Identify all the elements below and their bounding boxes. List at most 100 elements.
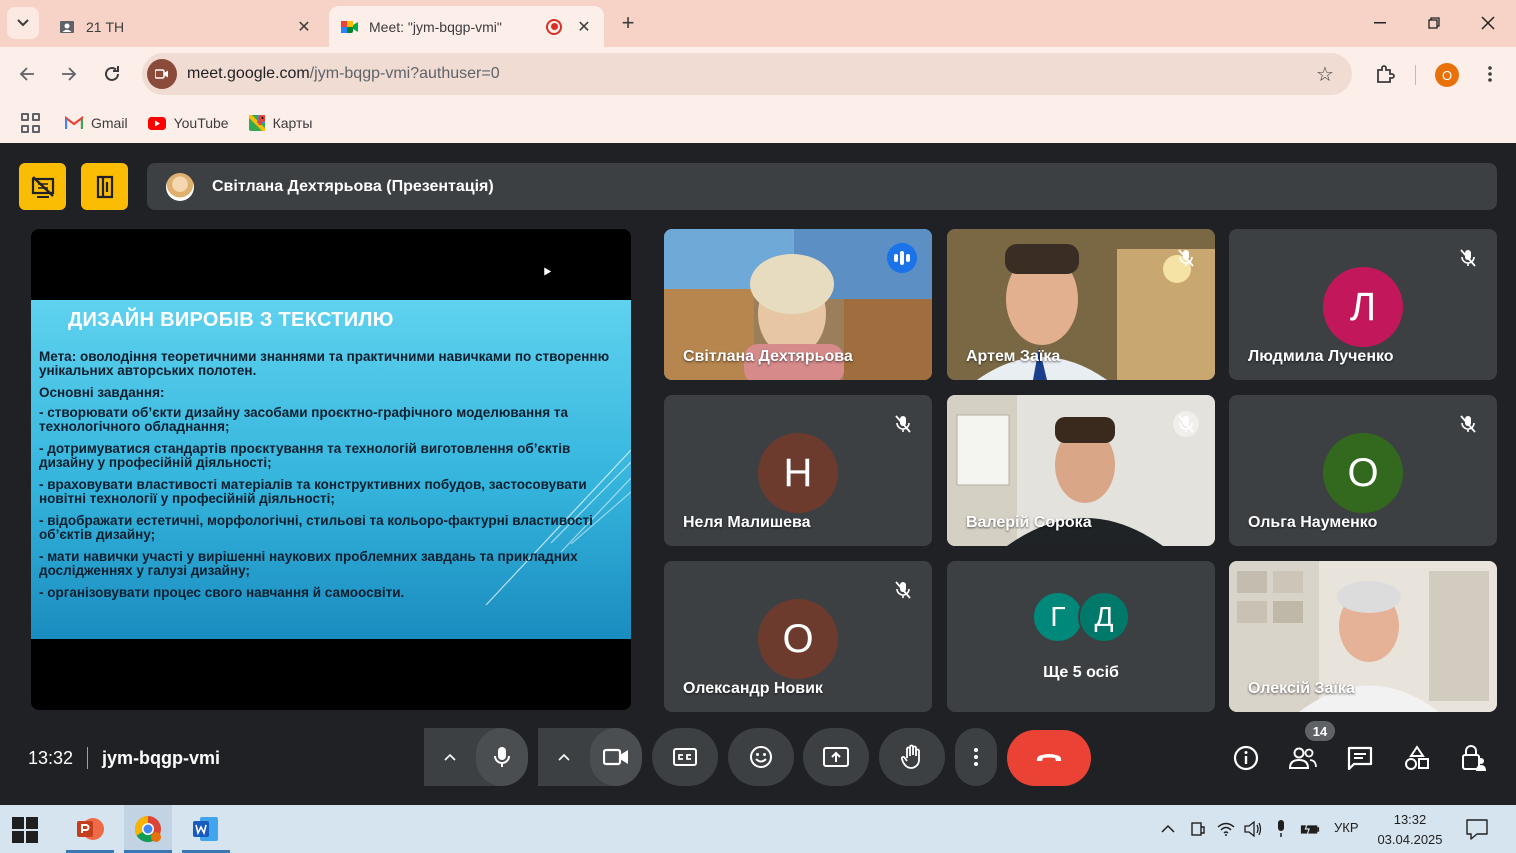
forward-button[interactable] (54, 59, 84, 89)
meeting-time: 13:32 (28, 747, 74, 768)
tab-search-button[interactable] (7, 7, 39, 39)
chrome-taskbar-button[interactable] (124, 805, 172, 853)
captions-button[interactable] (652, 728, 718, 786)
reactions-button[interactable] (728, 728, 794, 786)
participant-name: Олексій Заїка (1248, 680, 1355, 697)
camera-button[interactable] (590, 728, 642, 786)
participant-avatar: О (1323, 433, 1403, 513)
bookmark-youtube[interactable]: YouTube (147, 115, 229, 131)
address-bar[interactable]: meet.google.com/jym-bqgp-vmi?authuser=0 … (142, 53, 1352, 95)
tray-overflow-icon[interactable] (1158, 819, 1178, 839)
close-tab-icon[interactable]: ✕ (572, 15, 596, 39)
device-icon[interactable] (1188, 819, 1208, 839)
participant-name: Олександр Новик (683, 680, 823, 697)
present-off-icon (31, 175, 54, 198)
mouse-cursor-icon (540, 265, 552, 276)
leave-call-button[interactable] (1007, 730, 1091, 786)
new-tab-button[interactable]: + (614, 9, 642, 37)
chevron-down-icon (17, 19, 29, 27)
windows-start-icon[interactable] (12, 817, 38, 843)
participant-tile[interactable]: Л Людмила Лученко (1229, 229, 1497, 380)
back-button[interactable] (12, 59, 42, 89)
input-language[interactable]: УКР (1334, 820, 1359, 835)
bookmark-maps[interactable]: Карты (248, 115, 312, 131)
more-participants-avatars: Г Д (1032, 591, 1136, 643)
mic-off-icon (890, 577, 916, 603)
meeting-details-button[interactable] (1229, 741, 1263, 775)
mic-off-icon (1455, 411, 1481, 437)
mic-off-icon (1173, 411, 1199, 437)
bookmark-label: Gmail (91, 115, 128, 131)
taskbar-clock[interactable]: 13:32 03.04.2025 (1370, 810, 1450, 850)
browser-tab-strip: 21 ТН ✕ Meet: "jym-bqgp-vmi" ✕ + (0, 0, 1516, 47)
people-button[interactable] (1286, 741, 1320, 775)
close-window-button[interactable] (1468, 8, 1508, 38)
more-participants-tile[interactable]: Г Д Ще 5 осіб (947, 561, 1215, 712)
recording-icon (546, 18, 562, 35)
presenter-label: Світлана Дехтярьова (Презентація) (212, 177, 494, 195)
powerpoint-taskbar-button[interactable] (66, 805, 114, 853)
more-options-button[interactable] (955, 728, 997, 786)
puzzle-icon (1377, 65, 1395, 83)
activities-button[interactable] (1400, 741, 1434, 775)
call-end-icon (1036, 754, 1062, 761)
lock-person-icon (1462, 745, 1486, 771)
video-settings-button[interactable] (538, 728, 590, 786)
chat-button[interactable] (1343, 741, 1377, 775)
taskbar-time: 13:32 (1393, 812, 1427, 827)
present-to-all-icon (823, 747, 849, 767)
profile-avatar[interactable]: O (1435, 63, 1459, 87)
tab-title: 21 ТН (86, 18, 125, 35)
extensions-button[interactable] (1372, 61, 1398, 87)
word-taskbar-button[interactable] (182, 805, 230, 853)
chrome-menu-button[interactable] (1478, 61, 1502, 87)
meet-stage: Світлана Дехтярьова (Презентація) ДИЗАЙН… (0, 143, 1516, 805)
audio-settings-button[interactable] (424, 728, 476, 786)
browser-tab-1[interactable]: 21 ТН ✕ (46, 6, 324, 47)
mic-button[interactable] (476, 728, 528, 786)
raise-hand-button[interactable] (879, 728, 945, 786)
mic-off-icon (1173, 245, 1199, 271)
bookmark-gmail[interactable]: Gmail (65, 115, 128, 131)
participant-tile[interactable]: Валерій Сорока (947, 395, 1215, 546)
more-participants-label: Ще 5 осіб (1043, 664, 1119, 681)
url-path: /jym-bqgp-vmi?authuser=0 (309, 65, 500, 82)
presentation-screen[interactable]: ДИЗАЙН ВИРОБІВ З ТЕКСТИЛЮ Мета: оволодін… (31, 229, 631, 710)
mic-off-icon (890, 411, 916, 437)
arrow-right-icon (62, 67, 77, 81)
wifi-icon[interactable] (1216, 819, 1236, 839)
present-now-button[interactable] (803, 728, 869, 786)
notification-center-icon[interactable] (1465, 818, 1489, 840)
volume-icon[interactable] (1243, 819, 1263, 839)
participant-tile[interactable]: Світлана Дехтярьова (664, 229, 932, 380)
host-controls-button[interactable] (1457, 741, 1491, 775)
camera-site-icon[interactable] (147, 59, 177, 89)
more-vert-icon (1488, 66, 1492, 82)
info-icon (1233, 745, 1259, 771)
participant-count-badge: 14 (1305, 721, 1335, 741)
people-icon (1289, 747, 1317, 769)
participant-tile[interactable]: Артем Заїка (947, 229, 1215, 380)
participant-tile[interactable]: О Ольга Науменко (1229, 395, 1497, 546)
participant-tile[interactable]: Н Неля Малишева (664, 395, 932, 546)
close-icon (1481, 16, 1495, 30)
participant-tile[interactable]: О Олександр Новик (664, 561, 932, 712)
browser-tab-2[interactable]: Meet: "jym-bqgp-vmi" ✕ (329, 6, 604, 47)
more-vert-icon (974, 748, 978, 766)
participant-name: Неля Малишева (683, 514, 811, 531)
close-tab-icon[interactable]: ✕ (292, 15, 316, 39)
layout-button[interactable] (81, 163, 128, 210)
stop-presentation-button[interactable] (19, 163, 66, 210)
battery-icon[interactable] (1300, 819, 1320, 839)
apps-grid-icon[interactable] (21, 113, 41, 133)
bookmark-star-icon[interactable]: ☆ (1314, 63, 1336, 86)
minimize-button[interactable] (1360, 8, 1400, 38)
reload-button[interactable] (97, 59, 127, 89)
browser-toolbar: meet.google.com/jym-bqgp-vmi?authuser=0 … (0, 47, 1516, 103)
chevron-up-icon (558, 753, 570, 761)
microphone-in-use-icon[interactable] (1271, 819, 1291, 839)
toolbar-divider (1415, 65, 1416, 85)
participant-tile[interactable]: Олексій Заїка (1229, 561, 1497, 712)
restore-button[interactable] (1414, 8, 1454, 38)
participant-name: Валерій Сорока (966, 514, 1092, 531)
